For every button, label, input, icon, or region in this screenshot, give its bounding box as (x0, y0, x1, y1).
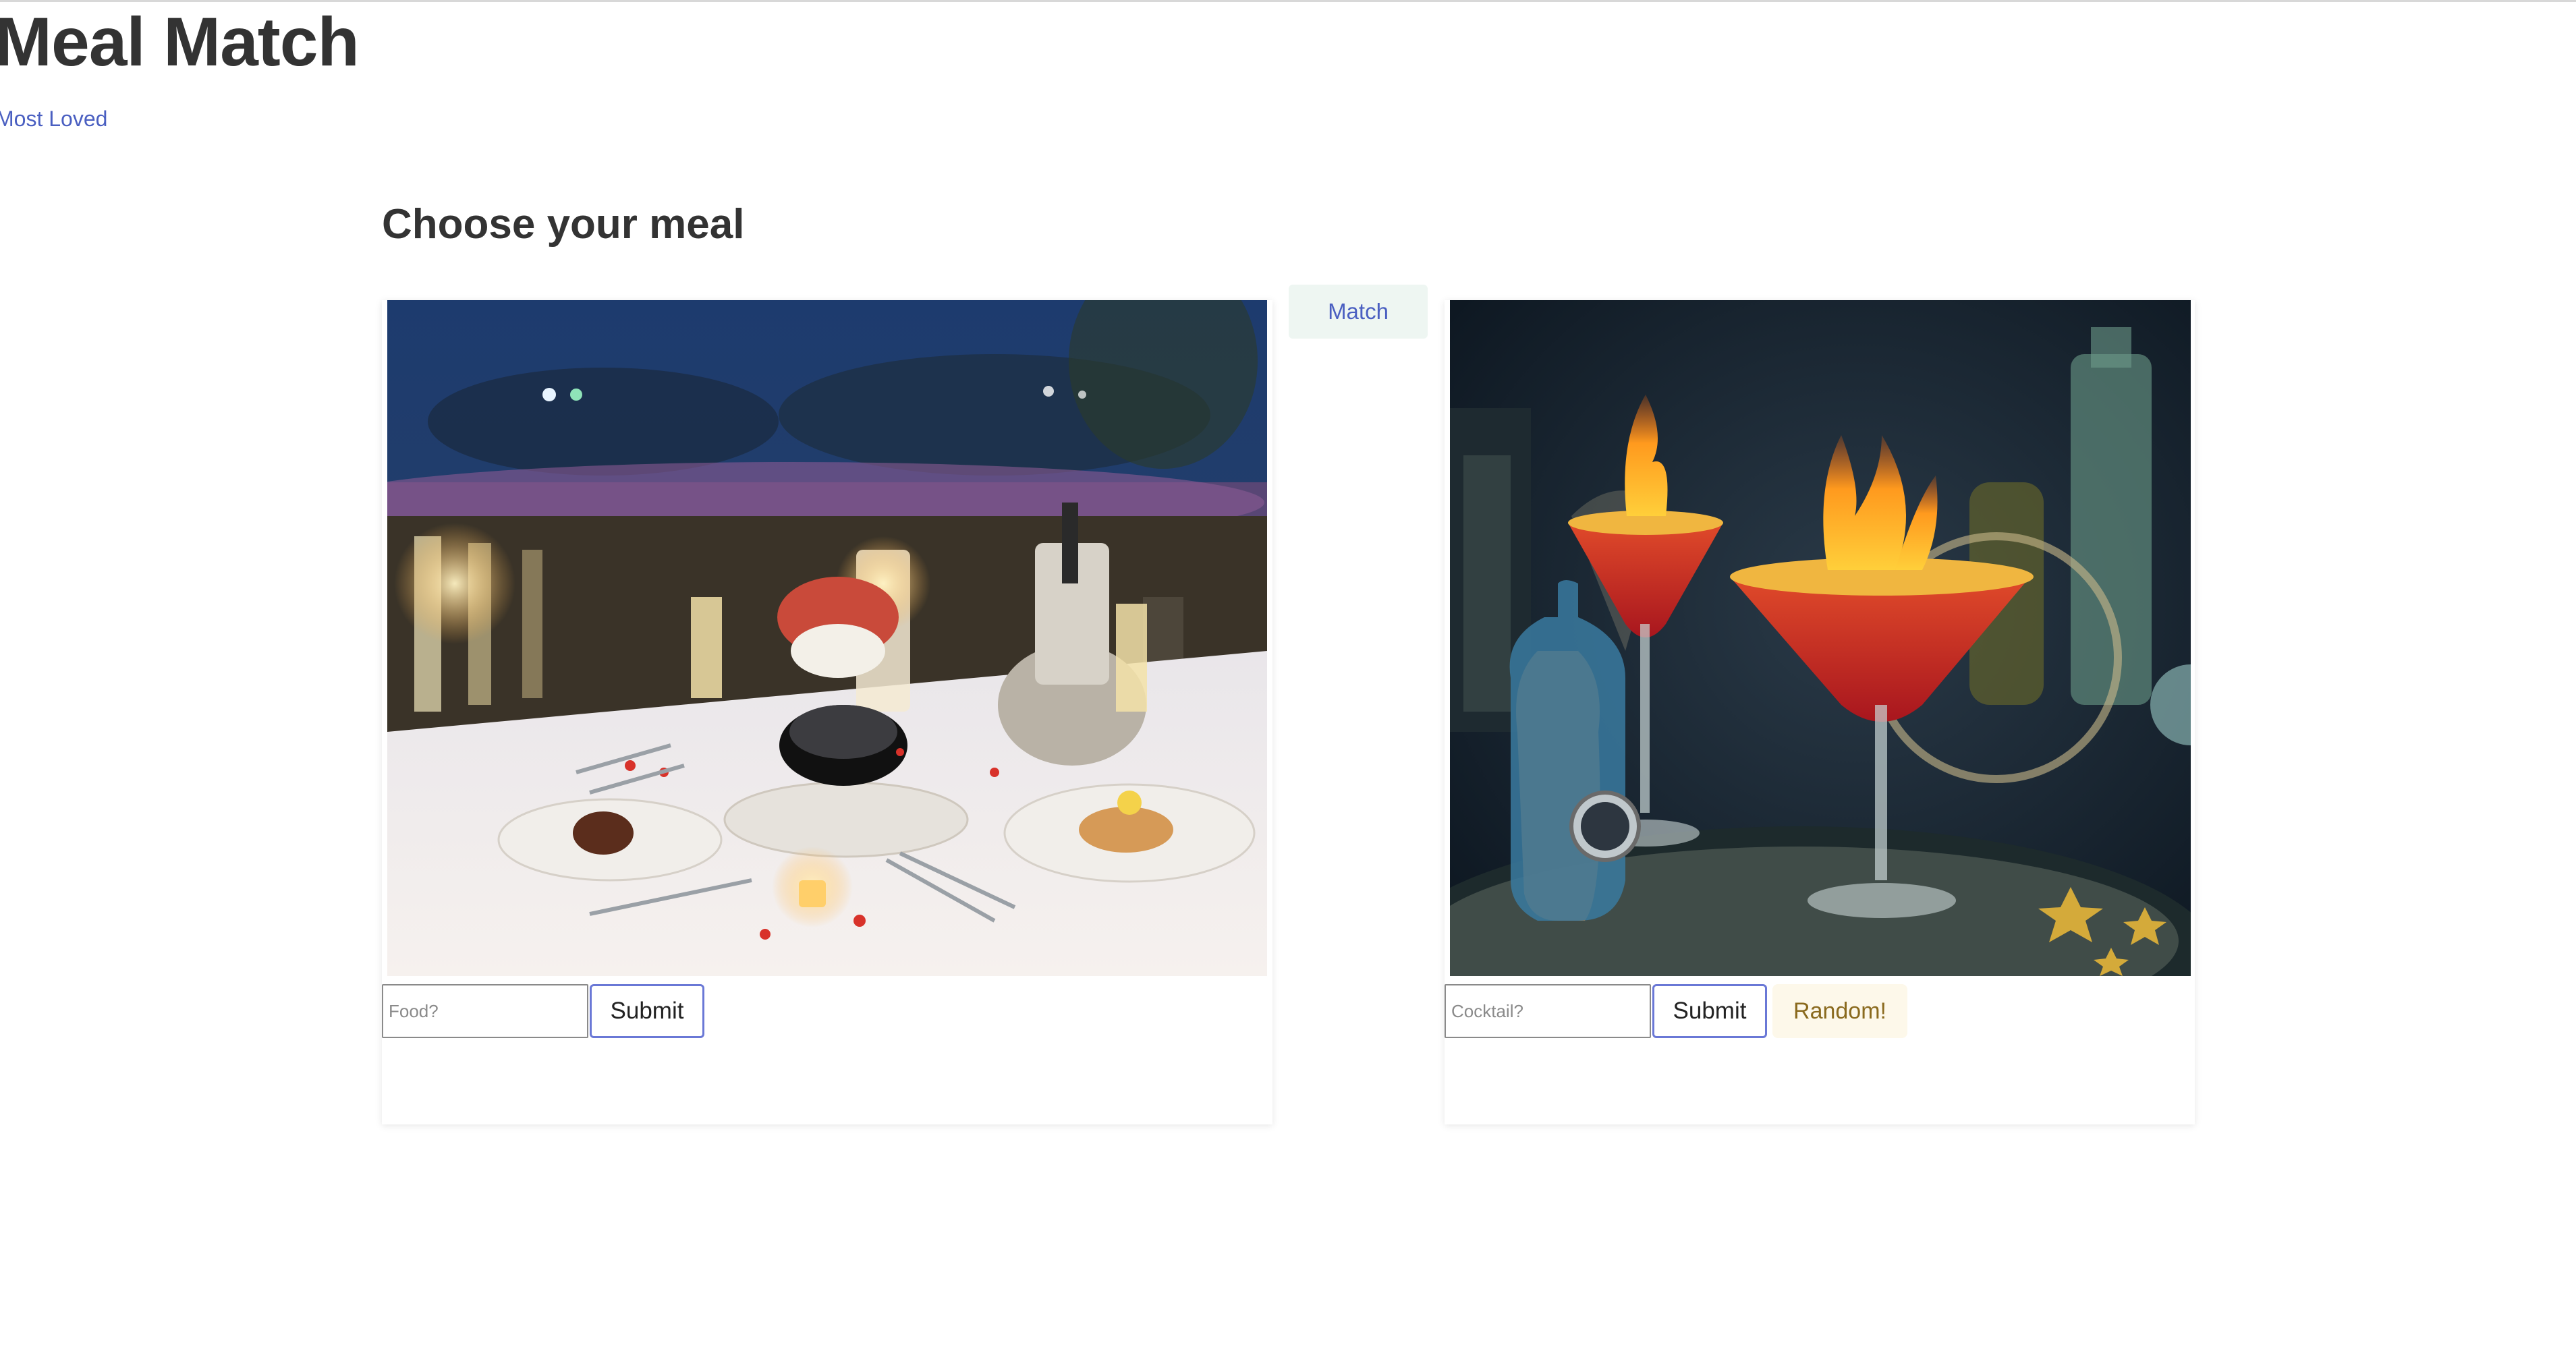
app-title: Meal Match (0, 3, 360, 80)
food-card: Submit (382, 300, 1272, 1124)
food-input[interactable] (382, 984, 588, 1038)
random-cocktail-button[interactable]: Random! (1772, 984, 1907, 1038)
food-submit-button[interactable]: Submit (590, 984, 704, 1038)
cocktail-card: Submit Random! (1445, 300, 2195, 1124)
cocktail-form: Submit Random! (1445, 984, 1907, 1038)
match-button[interactable]: Match (1289, 285, 1428, 339)
page-title: Choose your meal (382, 201, 745, 248)
cocktail-input[interactable] (1445, 984, 1651, 1038)
food-image (387, 300, 1267, 976)
cocktail-image (1450, 300, 2191, 976)
dinner-table-photo-icon (387, 300, 1267, 976)
food-form: Submit (382, 984, 704, 1038)
cocktail-submit-button[interactable]: Submit (1652, 984, 1767, 1038)
flaming-cocktails-photo-icon (1450, 300, 2191, 976)
top-divider (0, 0, 2576, 2)
most-loved-link[interactable]: Most Loved (0, 107, 107, 132)
